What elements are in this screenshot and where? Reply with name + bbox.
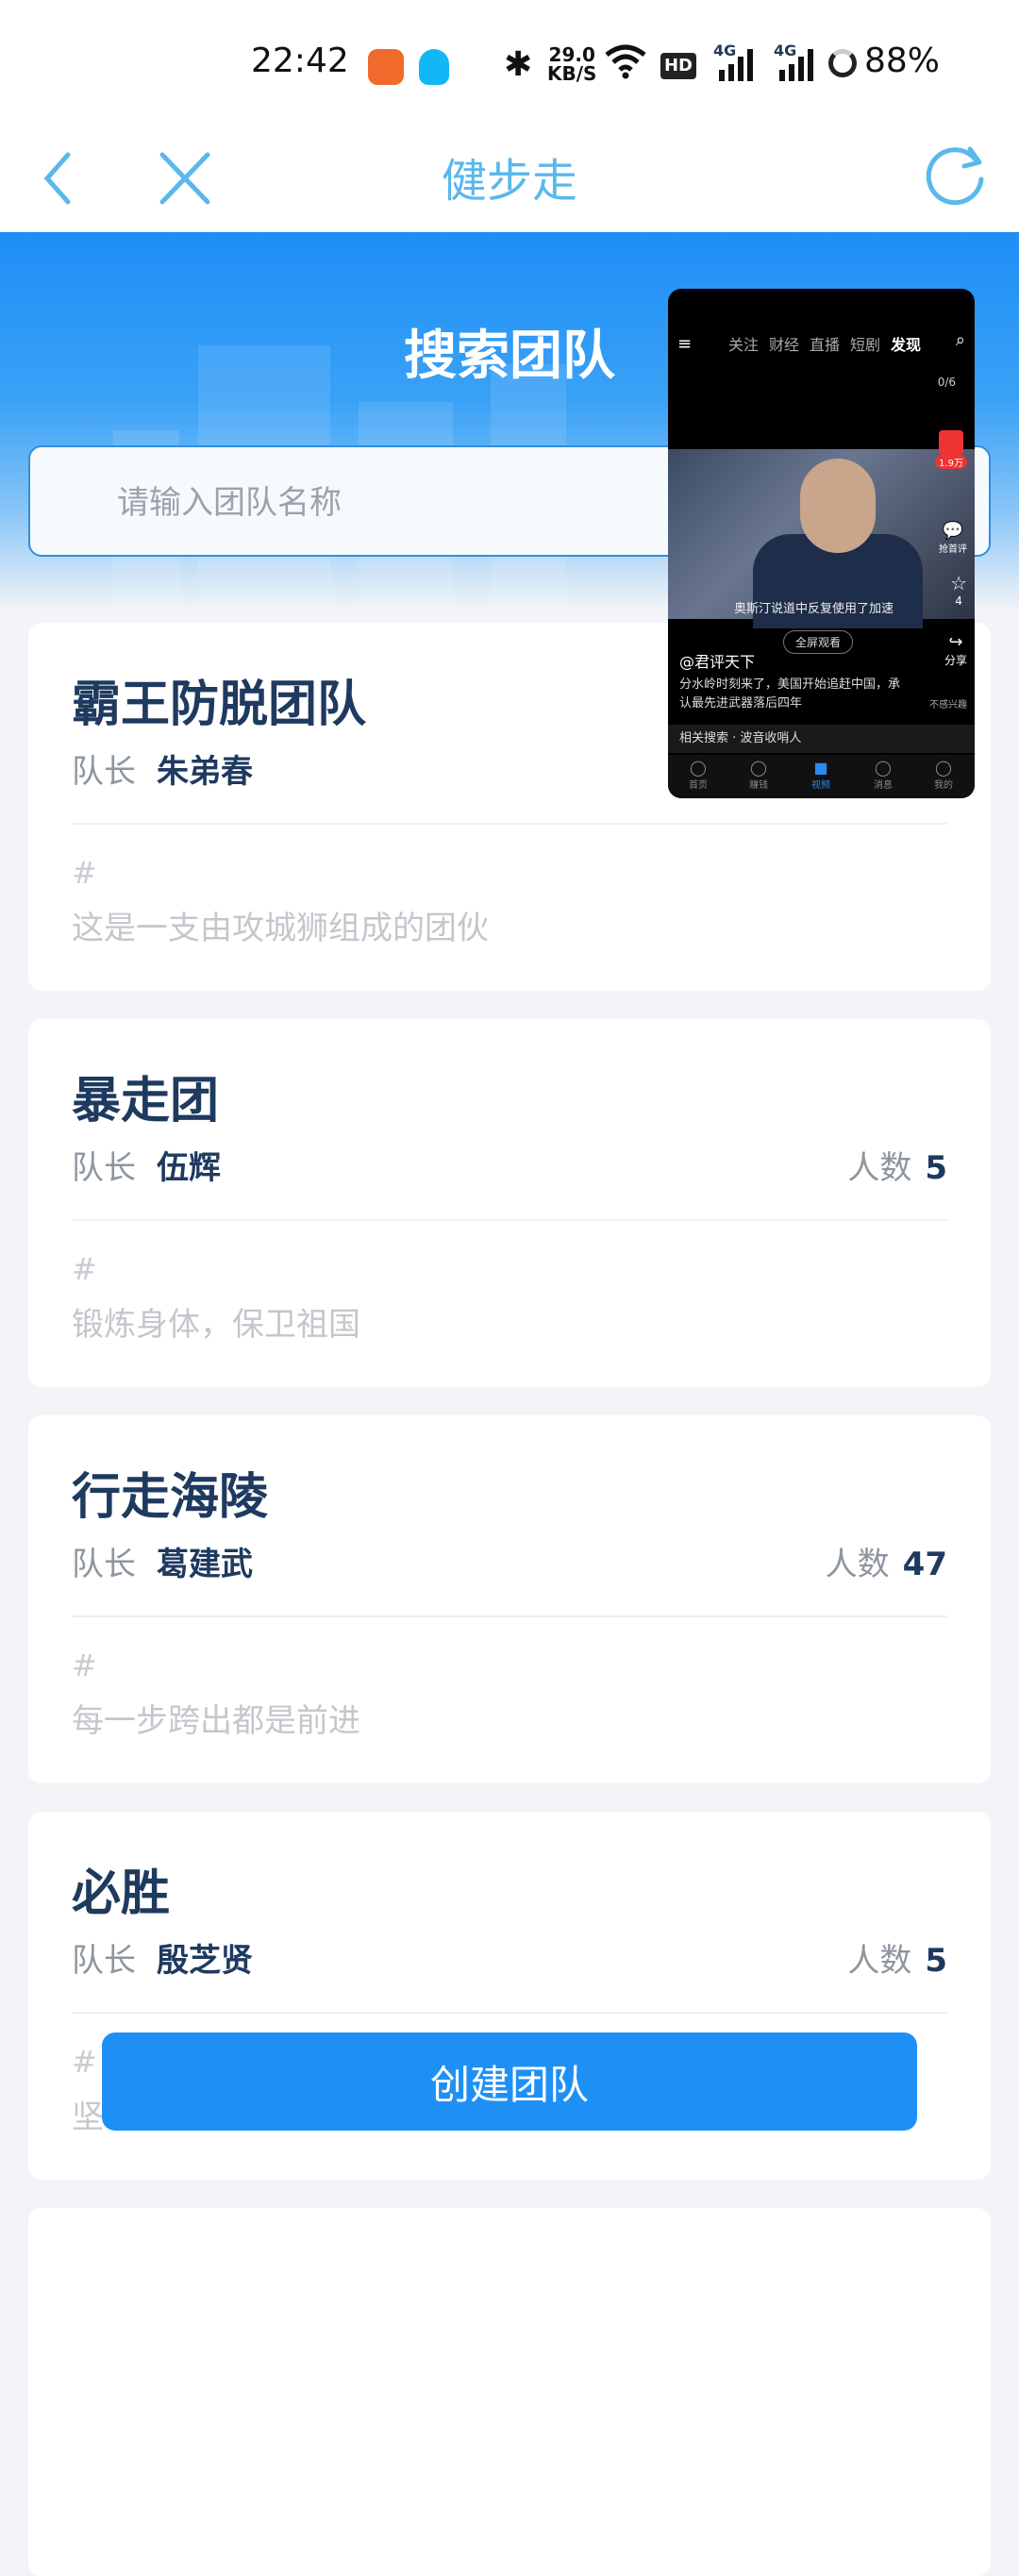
leader-name: 伍辉 <box>157 1149 221 1187</box>
member-count-label: 人数 <box>847 1942 912 1980</box>
leader-name: 殷芝贤 <box>157 1942 253 1980</box>
team-card[interactable]: 暴走团 队长 伍辉 人数 5 # 锻炼身体，保卫祖国 <box>28 1019 991 1387</box>
share-label: 分享 <box>944 654 967 667</box>
divider <box>72 1219 947 1221</box>
refresh-icon[interactable] <box>923 142 989 208</box>
member-count-value: 47 <box>902 1546 947 1583</box>
home-icon: ◯ <box>690 759 707 777</box>
fullscreen-button[interactable]: 全屏观看 <box>783 630 854 654</box>
status-bar: 22:42 ✱ 29.0 KB/S HD 4G 4G 88% <box>0 0 1019 123</box>
team-name: 行走海陵 <box>72 1469 269 1526</box>
nav-earn[interactable]: ◯ 赚钱 <box>740 759 777 791</box>
related-search[interactable]: 相关搜索 · 波音收哨人 <box>668 725 975 753</box>
team-description: 锻炼身体，保卫祖国 <box>72 1306 360 1344</box>
hash-mark: # <box>72 1251 97 1287</box>
team-name: 霸王防脱团队 <box>72 677 367 733</box>
team-card[interactable] <box>28 2208 991 2576</box>
member-count-label: 人数 <box>847 1149 912 1187</box>
network-speed: 29.0 KB/S <box>547 45 596 83</box>
team-name: 必胜 <box>72 1865 171 1922</box>
leader-name: 朱弟春 <box>157 753 253 791</box>
leader-label: 队长 <box>72 1942 136 1980</box>
nav-label: 首页 <box>689 780 708 791</box>
divider <box>72 1615 947 1617</box>
create-team-button[interactable]: 创建团队 <box>102 2032 917 2131</box>
app-notification-icon <box>368 49 404 85</box>
video-tab-active[interactable]: 发现 <box>891 332 921 355</box>
member-count: 人数 5 <box>847 1934 947 1981</box>
share-icon: ↪ <box>948 632 963 652</box>
favorite-count: 4 <box>955 594 962 608</box>
floating-video-window[interactable]: ≡ 关注 财经 直播 短剧 发现 ⌕ 0/6 1.9万 💬 抢首评 ☆ 4 ↪ … <box>668 289 975 798</box>
nav-label: 我的 <box>934 780 953 791</box>
team-card[interactable]: 行走海陵 队长 葛建武 人数 47 # 每一步跨出都是前进 <box>28 1415 991 1783</box>
video-frame[interactable] <box>668 449 975 628</box>
speaker-face <box>800 459 876 553</box>
member-count: 人数 47 <box>826 1538 947 1584</box>
user-icon: ◯ <box>935 759 952 777</box>
leader-name: 葛建武 <box>157 1546 253 1583</box>
search-input[interactable] <box>115 474 685 532</box>
qq-notification-icon <box>419 49 449 85</box>
divider <box>72 823 947 825</box>
nav-bar: 健步走 <box>0 123 1019 232</box>
battery-level: 88% <box>864 42 941 80</box>
hd-badge: HD <box>660 53 696 79</box>
video-tabs: 关注 财经 直播 短剧 发现 <box>668 332 975 360</box>
nav-profile[interactable]: ◯ 我的 <box>925 759 962 791</box>
battery-ring-icon <box>828 49 857 77</box>
team-description: 每一步跨出都是前进 <box>72 1702 360 1740</box>
comment-label: 抢首评 <box>939 544 967 555</box>
divider <box>72 2012 947 2014</box>
team-description: 坚 <box>72 2099 104 2136</box>
page-title: 健步走 <box>441 155 577 208</box>
hash-mark: # <box>72 2044 97 2080</box>
like-count[interactable]: 1.9万 <box>935 430 967 469</box>
leader-label: 队长 <box>72 1149 136 1187</box>
video-subtitle: 奥斯汀说道中反复使用了加速 <box>734 602 894 616</box>
member-count-label: 人数 <box>825 1546 890 1583</box>
video-tab[interactable]: 短剧 <box>850 332 880 355</box>
comment-icon: 💬 <box>942 521 964 541</box>
video-tab[interactable]: 财经 <box>769 332 799 355</box>
network-speed-unit: KB/S <box>547 62 597 85</box>
video-caption: 分水岭时刻来了，美国开始追赶中国，承认最先进武器落后四年 <box>679 677 901 711</box>
leader-label: 队长 <box>72 753 136 791</box>
team-name: 暴走团 <box>72 1073 220 1129</box>
search-icon[interactable]: ⌕ <box>956 330 965 350</box>
coin-icon: ◯ <box>750 759 767 777</box>
red-packet-icon <box>939 430 964 455</box>
nav-label: 赚钱 <box>749 780 768 791</box>
member-count: 人数 5 <box>847 1142 947 1188</box>
share-button[interactable]: ↪ 分享 <box>944 632 967 668</box>
nav-video[interactable]: ■ 视频 <box>802 759 840 791</box>
network-speed-value: 29.0 <box>548 43 595 66</box>
message-icon: ◯ <box>875 759 892 777</box>
star-icon: ☆ <box>950 572 967 594</box>
nav-label: 消息 <box>874 780 893 791</box>
video-author[interactable]: @君评天下 <box>679 649 755 672</box>
nav-home[interactable]: ◯ 首页 <box>679 759 717 791</box>
wifi-icon <box>605 44 646 79</box>
status-time: 22:42 <box>251 42 349 80</box>
nav-label: 视频 <box>811 780 830 791</box>
video-bottom-nav: ◯ 首页 ◯ 赚钱 ■ 视频 ◯ 消息 ◯ 我的 <box>668 755 975 798</box>
nav-messages[interactable]: ◯ 消息 <box>864 759 902 791</box>
comment-button[interactable]: 💬 抢首评 <box>939 521 967 555</box>
team-description: 这是一支由攻城狮组成的团伙 <box>72 910 489 947</box>
video-icon: ■ <box>813 759 828 777</box>
leader-label: 队长 <box>72 1546 136 1583</box>
video-progress: 0/6 <box>937 376 956 389</box>
video-tab[interactable]: 关注 <box>728 332 759 355</box>
bluetooth-icon: ✱ <box>504 45 533 84</box>
like-count-value: 1.9万 <box>935 455 967 469</box>
hash-mark: # <box>72 1648 97 1683</box>
member-count-value: 5 <box>925 1942 947 1980</box>
not-interested[interactable]: 不感兴趣 <box>929 696 967 711</box>
member-count-value: 5 <box>925 1149 947 1187</box>
favorite-button[interactable]: ☆ 4 <box>950 572 967 608</box>
video-tab[interactable]: 直播 <box>810 332 840 355</box>
hash-mark: # <box>72 855 97 891</box>
